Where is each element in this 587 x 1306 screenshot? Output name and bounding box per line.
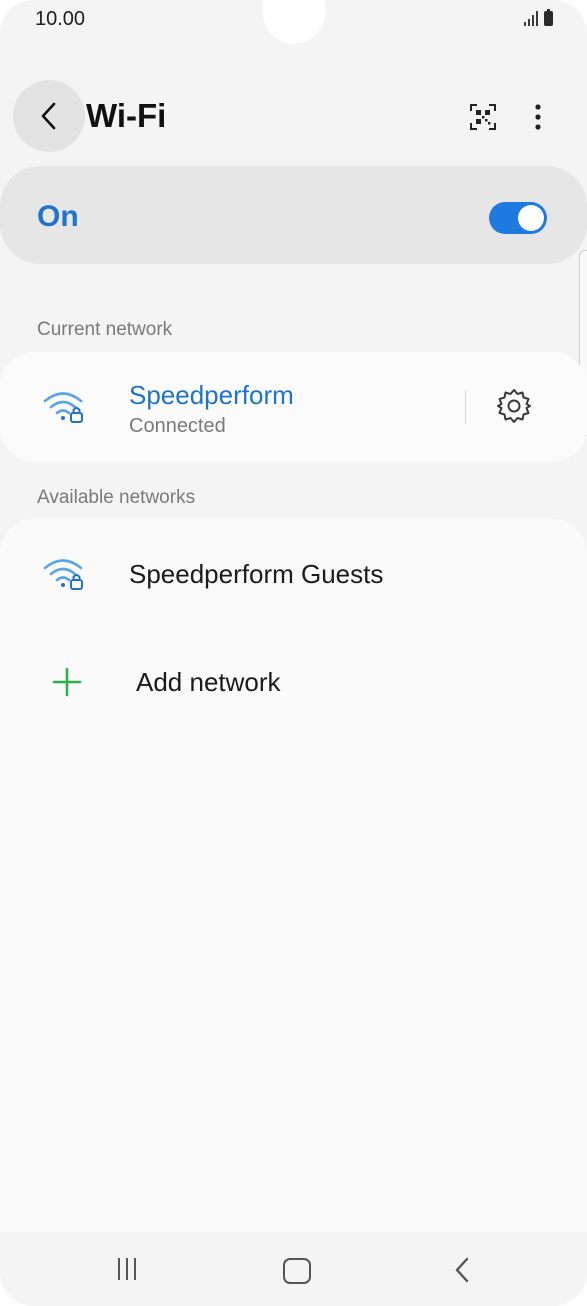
network-settings-button[interactable]: [494, 386, 534, 426]
current-network-name: Speedperform: [129, 380, 294, 410]
phone-screen: 10.00 Wi-Fi On Current network Speedperf…: [0, 0, 587, 1306]
available-networks-heading: Available networks: [37, 487, 196, 508]
divider: [465, 390, 466, 424]
gear-icon: [497, 389, 531, 423]
signal-icon: [524, 10, 538, 26]
wifi-lock-icon: [43, 392, 83, 423]
battery-icon: [544, 9, 553, 26]
more-options-button[interactable]: [521, 100, 555, 134]
network-name: Speedperform Guests: [129, 559, 384, 589]
wifi-state-label: On: [37, 200, 79, 233]
wifi-master-switch-card[interactable]: On: [0, 166, 587, 264]
wifi-toggle[interactable]: [489, 202, 547, 234]
toggle-knob: [518, 205, 544, 231]
page-title: Wi-Fi: [86, 97, 167, 134]
wifi-lock-icon: [43, 559, 83, 590]
plus-icon: [52, 667, 82, 697]
current-network-status: Connected: [129, 415, 226, 437]
navigation-bar: [0, 1232, 587, 1306]
network-item[interactable]: Speedperform Guests: [0, 519, 587, 627]
status-time: 10.00: [35, 8, 86, 30]
more-vertical-icon: [535, 104, 541, 130]
recents-button[interactable]: [118, 1258, 136, 1280]
qr-code-icon: [470, 104, 496, 130]
chevron-left-icon: [41, 102, 56, 130]
add-network-label: Add network: [136, 667, 281, 697]
qr-code-button[interactable]: [466, 100, 500, 134]
home-button[interactable]: [283, 1258, 311, 1284]
back-button[interactable]: [13, 80, 85, 152]
camera-notch: [263, 0, 325, 44]
available-networks-card: Speedperform Guests Add network: [0, 519, 587, 1232]
add-network-button[interactable]: Add network: [0, 629, 587, 733]
status-icons: [524, 9, 553, 26]
current-network-heading: Current network: [37, 319, 173, 340]
nav-back-icon[interactable]: [452, 1256, 472, 1284]
